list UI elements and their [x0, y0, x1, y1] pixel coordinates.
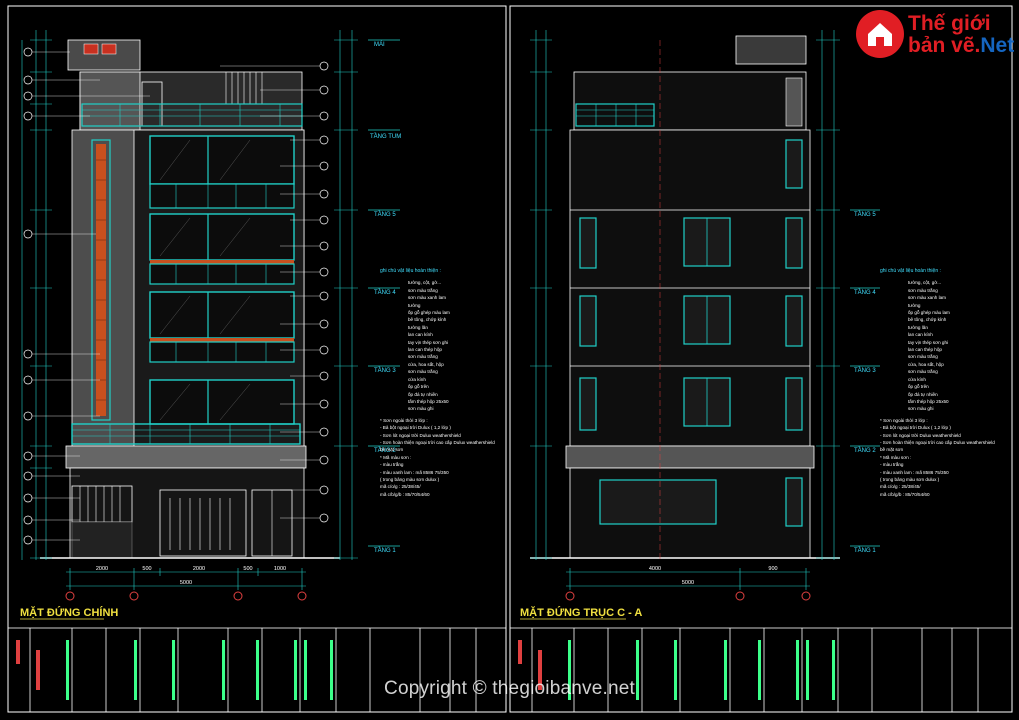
note-item: sơn màu trắng — [408, 369, 438, 375]
logo-line2-main: bản vẽ. — [908, 34, 981, 57]
dim-label: 5000 — [180, 580, 192, 586]
note-footer-line: * Mã màu sơn : — [880, 454, 912, 460]
note-footer-line: - màu xanh lam : mã 8586 75/350 — [380, 469, 449, 475]
note-item: sơn màu trắng — [908, 369, 938, 375]
note-item: bê tông, chớp kính — [408, 317, 447, 323]
note-footer-line: - màu trắng — [880, 462, 904, 468]
note-item: tay vịn thép sơn ghi — [408, 339, 449, 345]
note-item: sơn màu xanh lam — [408, 295, 446, 301]
note-item: ốp gỗ ghép màu lam — [408, 310, 450, 316]
level-label: TẦNG 1 — [854, 547, 876, 554]
note-item: cửa, hoa sắt, hộp — [908, 361, 944, 367]
note-item: tường, cột, gờ... — [408, 280, 442, 286]
note-footer-line: - màu xanh lam : mã 8586 75/350 — [880, 469, 949, 475]
note-footer-line: bề mặt sơn — [880, 447, 904, 453]
logo-line2: bản vẽ.Net — [908, 34, 1014, 58]
note-footer-line: mã c/o/g : 25/38/45/ — [380, 484, 421, 490]
note-item: ốp gỗ ghép màu lam — [908, 310, 950, 316]
note-item: tấm thép hộp 25x50 — [408, 398, 449, 404]
front-elevation-title: MẶT ĐỨNG CHÍNH — [20, 606, 118, 619]
note-footer-line: - Sơn lót ngoại trời Dulux weathershield — [880, 432, 961, 438]
site-logo[interactable]: Thế giới bản vẽ.Net — [856, 6, 1014, 62]
level-label: TẦNG TUM — [370, 133, 401, 140]
dim-label: 900 — [768, 566, 777, 572]
note-item: tay vịn thép sơn ghi — [908, 339, 949, 345]
note-item: sơn màu trắng — [408, 287, 438, 293]
note-footer-line: - Bả bột ngoại trời Dulux ( 1,2 lớp ) — [380, 425, 451, 431]
note-footer-line: bề mặt sơn — [380, 447, 404, 453]
logo-line2-accent: Net — [980, 34, 1015, 57]
note-footer-line: - Sơn lót ngoại trời Dulux weathershield — [380, 432, 461, 438]
dim-label: 5000 — [682, 580, 694, 586]
note-item: lan can thép hộp — [408, 347, 442, 353]
note-item: cửa kính — [908, 376, 926, 382]
side-elevation-title: MẶT ĐỨNG TRỤC C - A — [520, 606, 642, 619]
dim-label: 2000 — [96, 566, 108, 572]
note-item: lan can kính — [408, 332, 433, 338]
note-item: ốp gỗ trên — [908, 384, 929, 390]
note-item: sơn màu ghi — [408, 406, 434, 412]
notes-header: ghi chú vật liệu hoàn thiện : — [380, 268, 441, 274]
notes-right: ghi chú vật liệu hoàn thiện : tường, cột… — [880, 268, 1004, 498]
note-item: tường, cột, gờ... — [908, 280, 942, 286]
level-label: TẦNG 5 — [374, 211, 396, 218]
note-footer-line: mã c/b/g/b : 85/70/54/60 — [880, 491, 930, 497]
note-footer-line: - Bả bột ngoại trời Dulux ( 1,2 lớp ) — [880, 425, 951, 431]
note-item: sơn màu trắng — [908, 287, 938, 293]
note-item: sơn màu trắng — [908, 354, 938, 360]
notes-list: tường, cột, gờ... sơn màu trắng sơn màu xa… — [880, 279, 1004, 412]
note-item: tường lăn — [408, 324, 428, 330]
level-label: TẦNG 2 — [854, 447, 876, 454]
note-footer-line: * Sơn ngoài thời 3 lớp : — [380, 417, 428, 423]
front-elevation — [21, 30, 400, 601]
note-footer-line: - màu trắng — [380, 462, 404, 468]
note-item: cửa, hoa sắt, hộp — [408, 361, 444, 367]
note-footer-line: ( trong bảng màu sơn dulux ) — [880, 476, 940, 482]
dim-label: 500 — [243, 566, 252, 572]
notes-footer: * Sơn ngoài thời 3 lớp : - Bả bột ngoại t… — [380, 417, 504, 498]
note-item: sơn màu trắng — [408, 354, 438, 360]
note-item: ốp gỗ trên — [408, 384, 429, 390]
note-footer-line: * Mã màu sơn : — [380, 454, 412, 460]
copyright-watermark: Copyright © thegioibanve.net — [384, 678, 635, 699]
notes-left: ghi chú vật liệu hoàn thiện : tường, cột… — [380, 268, 504, 498]
note-footer-line: mã c/o/g : 25/38/45/ — [880, 484, 921, 490]
note-footer-line: mã c/b/g/b : 85/70/54/60 — [380, 491, 430, 497]
note-item: tường lăn — [908, 324, 928, 330]
level-label: TẦNG 3 — [854, 367, 876, 374]
house-icon — [856, 10, 904, 58]
note-item: ốp đá tự nhiên — [408, 391, 438, 397]
note-item: tường — [908, 302, 921, 308]
note-footer-line: - Sơn hoàn thiện ngoại trời cao cấp Dulu… — [880, 439, 995, 445]
note-item: cửa kính — [408, 376, 426, 382]
notes-header: ghi chú vật liệu hoàn thiện : — [880, 268, 941, 274]
note-item: sơn màu ghi — [908, 406, 934, 412]
note-item: sơn màu xanh lam — [908, 295, 946, 301]
dim-label: 2000 — [193, 566, 205, 572]
note-footer-line: * Sơn ngoài thời 3 lớp : — [880, 417, 928, 423]
dim-label: 500 — [142, 566, 151, 572]
notes-footer: * Sơn ngoài thời 3 lớp : - Bả bột ngoại t… — [880, 417, 1004, 498]
level-label: TẦNG 4 — [854, 289, 876, 296]
drawing-sheet: MẶT ĐỨNG CHÍNH MẶT ĐỨNG TRỤC C - A MÁI T… — [7, 5, 1013, 713]
note-item: ốp đá tự nhiên — [908, 391, 938, 397]
logo-line1: Thế giới — [908, 12, 991, 35]
level-label: TẦNG 5 — [854, 211, 876, 218]
note-item: lan can kính — [908, 332, 933, 338]
note-footer-line: - Sơn hoàn thiện ngoại trời cao cấp Dulu… — [380, 439, 495, 445]
side-elevation — [530, 30, 880, 601]
note-item: tấm thép hộp 25x50 — [908, 398, 949, 404]
notes-list: tường, cột, gờ... sơn màu trắng sơn màu xa… — [380, 279, 504, 412]
note-item: bê tông, chớp kính — [908, 317, 947, 323]
note-footer-line: ( trong bảng màu sơn dulux ) — [380, 476, 440, 482]
note-item: tường — [408, 302, 421, 308]
dim-label: 1000 — [274, 566, 286, 572]
level-label: MÁI — [374, 41, 385, 48]
level-label: TẦNG 1 — [374, 547, 396, 554]
dim-label: 4000 — [649, 566, 661, 572]
note-item: lan can thép hộp — [908, 347, 942, 353]
